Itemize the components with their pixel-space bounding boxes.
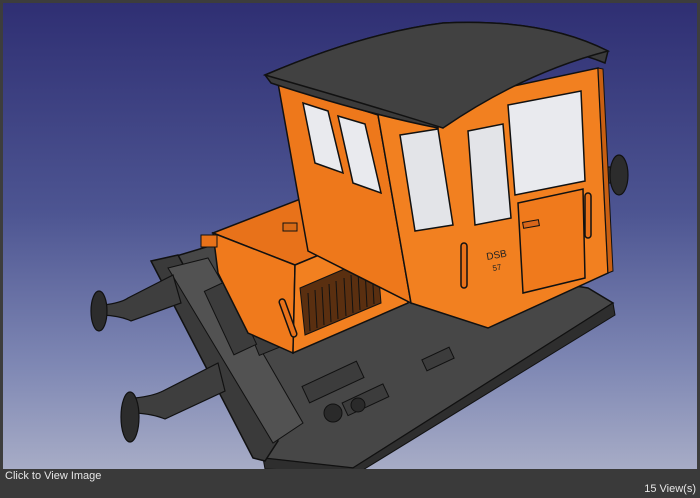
hood-filler-cap: [282, 222, 298, 232]
viewer-footer: Click to View Image 15 View(s): [0, 469, 700, 498]
view-count: 15 View(s): [644, 483, 696, 495]
click-to-view-link[interactable]: Click to View Image: [5, 470, 101, 482]
hood-lamp: [200, 234, 218, 248]
right-buffer: [120, 362, 226, 443]
image-viewer: DSB 57 Click to View Image 15 View(s): [0, 0, 700, 498]
locomotive-model-render: DSB 57: [90, 21, 629, 469]
left-buffer: [90, 274, 182, 332]
image-viewport[interactable]: DSB 57: [3, 3, 697, 469]
cab-door: [517, 188, 586, 294]
